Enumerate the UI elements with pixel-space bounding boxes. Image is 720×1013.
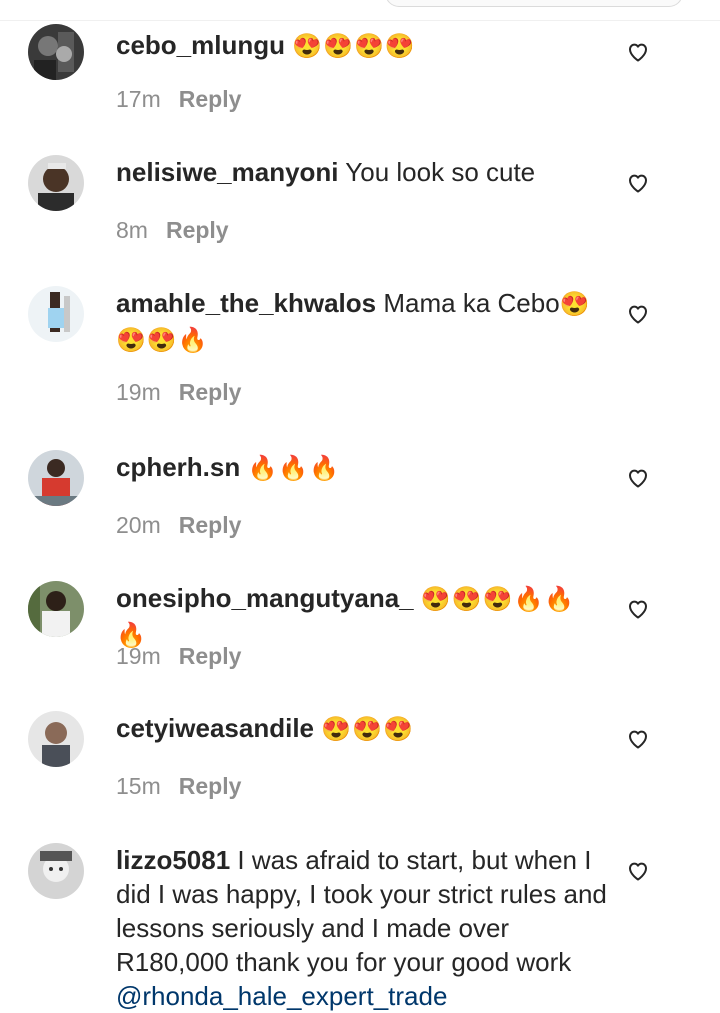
heart-icon[interactable]: [626, 466, 650, 490]
avatar[interactable]: [28, 843, 84, 899]
heart-icon[interactable]: [626, 727, 650, 751]
comment-meta: 17m Reply: [116, 85, 241, 113]
avatar[interactable]: [28, 581, 84, 637]
avatar[interactable]: [28, 24, 84, 80]
avatar[interactable]: [28, 711, 84, 767]
comment-username[interactable]: nelisiwe_manyoni: [116, 157, 339, 187]
reply-button[interactable]: Reply: [179, 379, 242, 405]
comment-time: 15m: [116, 773, 161, 799]
reply-button[interactable]: Reply: [179, 643, 242, 669]
comment-text: lizzo5081 I was afraid to start, but whe…: [116, 843, 611, 1013]
comment-username[interactable]: cetyiweasandile: [116, 713, 314, 743]
top-bar: [0, 0, 720, 21]
comment-meta: 19m Reply: [116, 642, 241, 670]
mention-link[interactable]: @rhonda_hale_expert_trade: [116, 981, 447, 1011]
comment-username[interactable]: lizzo5081: [116, 845, 230, 875]
heart-icon[interactable]: [626, 597, 650, 621]
comment-time: 19m: [116, 643, 161, 669]
comment-time: 17m: [116, 86, 161, 112]
comment-username[interactable]: cpherh.sn: [116, 452, 240, 482]
reply-button[interactable]: Reply: [179, 773, 242, 799]
comment-input-edge[interactable]: [385, 0, 683, 7]
heart-icon[interactable]: [626, 302, 650, 326]
comment-time: 8m: [116, 217, 148, 243]
comment-time: 20m: [116, 512, 161, 538]
comment-text: cpherh.sn 🔥🔥🔥: [116, 450, 606, 486]
comment-meta: 8m Reply: [116, 216, 229, 244]
comment-username[interactable]: amahle_the_khwalos: [116, 288, 376, 318]
comment-meta: 20m Reply: [116, 511, 241, 539]
comment-username[interactable]: onesipho_mangutyana_: [116, 583, 414, 613]
comment-emoji: 😍😍😍: [321, 716, 414, 743]
comment-emoji: 😍😍😍😍: [292, 33, 416, 60]
avatar[interactable]: [28, 450, 84, 506]
comment-text: cetyiweasandile 😍😍😍: [116, 711, 606, 747]
avatar[interactable]: [28, 155, 84, 211]
comment-body: Mama ka Cebo: [383, 288, 560, 318]
comment-meta: 15m Reply: [116, 772, 241, 800]
heart-icon[interactable]: [626, 859, 650, 883]
comment-body: You look so cute: [345, 157, 536, 187]
avatar[interactable]: [28, 286, 84, 342]
comment-meta: 19m Reply: [116, 378, 241, 406]
comment-username[interactable]: cebo_mlungu: [116, 30, 285, 60]
reply-button[interactable]: Reply: [179, 512, 242, 538]
comment-emoji: 🔥🔥🔥: [247, 455, 341, 482]
comment-time: 19m: [116, 379, 161, 405]
heart-icon[interactable]: [626, 40, 650, 64]
comment-text: cebo_mlungu 😍😍😍😍: [116, 28, 606, 64]
reply-button[interactable]: Reply: [166, 217, 229, 243]
comment-text: nelisiwe_manyoni You look so cute: [116, 155, 606, 189]
reply-button[interactable]: Reply: [179, 86, 242, 112]
heart-icon[interactable]: [626, 171, 650, 195]
comment-text: amahle_the_khwalos Mama ka Cebo😍😍😍🔥: [116, 286, 596, 358]
